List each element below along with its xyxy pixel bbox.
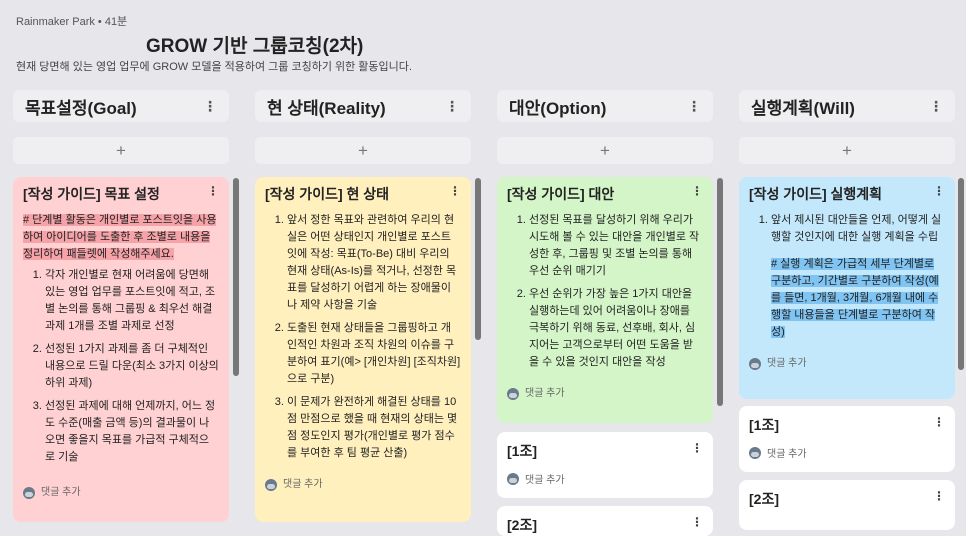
column-header: 대안(Option) ⋮: [497, 90, 713, 122]
guide-item: 이 문제가 완전하게 해결된 상태를 10점 만점으로 했을 때 현재의 상태는…: [287, 394, 461, 462]
post-card-guide[interactable]: [작성 가이드] 현 상태 ⋮ 앞서 정한 목표와 관련하여 우리의 현실은 어…: [255, 177, 471, 522]
board-description: 현재 당면해 있는 영업 업무에 GROW 모델을 적용하여 그룹 코칭하기 위…: [16, 61, 412, 73]
add-comment-button[interactable]: 댓글 추가: [23, 484, 219, 501]
guide-item: 선정된 1가지 과제를 좀 더 구체적인 내용으로 드릴 다운(최소 3가지 이…: [45, 341, 219, 392]
guide-item: 선정된 목표를 달성하기 위해 우리가 시도해 볼 수 있는 대안을 개인별로 …: [529, 212, 703, 280]
add-comment-button[interactable]: 댓글 추가: [749, 445, 945, 460]
column-header: 목표설정(Goal) ⋮: [13, 90, 229, 122]
card-menu-icon[interactable]: ⋮: [691, 515, 703, 535]
add-comment-label: 댓글 추가: [41, 487, 81, 498]
card-title: [작성 가이드] 목표 설정: [23, 186, 160, 202]
column-header: 현 상태(Reality) ⋮: [255, 90, 471, 122]
column-scrollbar[interactable]: [717, 178, 723, 406]
guide-item: 앞서 제시된 대안들을 언제, 어떻게 실행할 것인지에 대한 실행 계획을 수…: [771, 212, 945, 246]
guide-item: 앞서 정한 목표와 관련하여 우리의 현실은 어떤 상태인지 개인별로 포스트잇…: [287, 212, 461, 314]
column-menu-icon[interactable]: ⋮: [929, 98, 943, 115]
add-post-button[interactable]: +: [255, 137, 471, 164]
card-title: [2조]: [749, 491, 779, 507]
column-title: 목표설정(Goal): [25, 98, 137, 118]
card-menu-icon[interactable]: ⋮: [933, 415, 945, 435]
page-title: GROW 기반 그룹코칭(2차): [146, 36, 364, 57]
avatar: [507, 472, 519, 485]
column-option: 대안(Option) ⋮ + [작성 가이드] 대안 ⋮ 선정된 목표를 달성하…: [497, 90, 713, 536]
column-menu-icon[interactable]: ⋮: [445, 98, 459, 115]
card-title: [1조]: [749, 417, 779, 433]
card-title: [2조]: [507, 517, 537, 533]
column-reality: 현 상태(Reality) ⋮ + [작성 가이드] 현 상태 ⋮ 앞서 정한 …: [255, 90, 471, 522]
column-menu-icon[interactable]: ⋮: [203, 98, 217, 115]
card-menu-icon[interactable]: ⋮: [449, 184, 461, 204]
post-card[interactable]: [2조] ⋮: [739, 480, 955, 530]
avatar: [749, 357, 761, 370]
add-comment-label: 댓글 추가: [767, 358, 807, 369]
board-meta: Rainmaker Park • 41분: [16, 16, 128, 28]
column-header: 실행계획(Will) ⋮: [739, 90, 955, 122]
add-comment-button[interactable]: 댓글 추가: [507, 385, 703, 402]
column-will: 실행계획(Will) ⋮ + [작성 가이드] 실행계획 ⋮ 앞서 제시된 대안…: [739, 90, 955, 530]
card-title: [작성 가이드] 실행계획: [749, 186, 883, 202]
card-highlight-text: # 단계별 활동은 개인별로 포스트잇을 사용하여 아이디어를 도출한 후 조별…: [23, 214, 217, 260]
post-card[interactable]: [2조] ⋮: [497, 506, 713, 536]
card-title: [작성 가이드] 대안: [507, 186, 615, 202]
add-comment-button[interactable]: 댓글 추가: [749, 355, 945, 372]
column-title: 대안(Option): [509, 98, 607, 118]
card-menu-icon[interactable]: ⋮: [691, 184, 703, 204]
add-comment-button[interactable]: 댓글 추가: [265, 476, 461, 493]
add-post-button[interactable]: +: [739, 137, 955, 164]
guide-item: 각자 개인별로 현재 어려움에 당면해 있는 영업 업무를 포스트잇에 적고, …: [45, 267, 219, 335]
card-highlight-text: # 실행 계획은 가급적 세부 단계별로 구분하고, 기간별로 구분하여 작성(…: [771, 258, 939, 338]
post-card-guide[interactable]: [작성 가이드] 목표 설정 ⋮ # 단계별 활동은 개인별로 포스트잇을 사용…: [13, 177, 229, 522]
post-card-guide[interactable]: [작성 가이드] 실행계획 ⋮ 앞서 제시된 대안들을 언제, 어떻게 실행할 …: [739, 177, 955, 399]
column-menu-icon[interactable]: ⋮: [687, 98, 701, 115]
avatar: [265, 478, 277, 491]
card-menu-icon[interactable]: ⋮: [207, 184, 219, 204]
guide-item: 우선 순위가 가장 높은 1가지 대안을 실행하는데 있어 어려움이나 장애를 …: [529, 286, 703, 371]
card-menu-icon[interactable]: ⋮: [933, 184, 945, 204]
guide-item: 선정된 과제에 대해 언제까지, 어느 정도 수준(매출 금액 등)의 결과물이…: [45, 398, 219, 466]
column-title: 실행계획(Will): [751, 98, 855, 118]
avatar: [23, 486, 35, 499]
card-menu-icon[interactable]: ⋮: [691, 441, 703, 461]
post-card[interactable]: [1조] ⋮ 댓글 추가: [739, 406, 955, 472]
column-title: 현 상태(Reality): [267, 98, 386, 118]
card-title: [작성 가이드] 현 상태: [265, 186, 390, 202]
guide-item: 도출된 현재 상태들을 그룹핑하고 개인적인 차원과 조직 차원의 이슈를 구분…: [287, 320, 461, 388]
column-scrollbar[interactable]: [233, 178, 239, 376]
column-scrollbar[interactable]: [475, 178, 481, 340]
post-card-guide[interactable]: [작성 가이드] 대안 ⋮ 선정된 목표를 달성하기 위해 우리가 시도해 볼 …: [497, 177, 713, 423]
avatar: [749, 446, 761, 459]
add-comment-button[interactable]: 댓글 추가: [507, 471, 703, 486]
column-scrollbar[interactable]: [958, 178, 964, 370]
add-comment-label: 댓글 추가: [525, 475, 565, 486]
add-post-button[interactable]: +: [497, 137, 713, 164]
add-comment-label: 댓글 추가: [283, 479, 323, 490]
add-post-button[interactable]: +: [13, 137, 229, 164]
card-menu-icon[interactable]: ⋮: [933, 489, 945, 509]
add-comment-label: 댓글 추가: [767, 449, 807, 460]
avatar: [507, 387, 519, 400]
card-title: [1조]: [507, 443, 537, 459]
add-comment-label: 댓글 추가: [525, 388, 565, 399]
post-card[interactable]: [1조] ⋮ 댓글 추가: [497, 432, 713, 498]
column-goal: 목표설정(Goal) ⋮ + [작성 가이드] 목표 설정 ⋮ # 단계별 활동…: [13, 90, 229, 522]
